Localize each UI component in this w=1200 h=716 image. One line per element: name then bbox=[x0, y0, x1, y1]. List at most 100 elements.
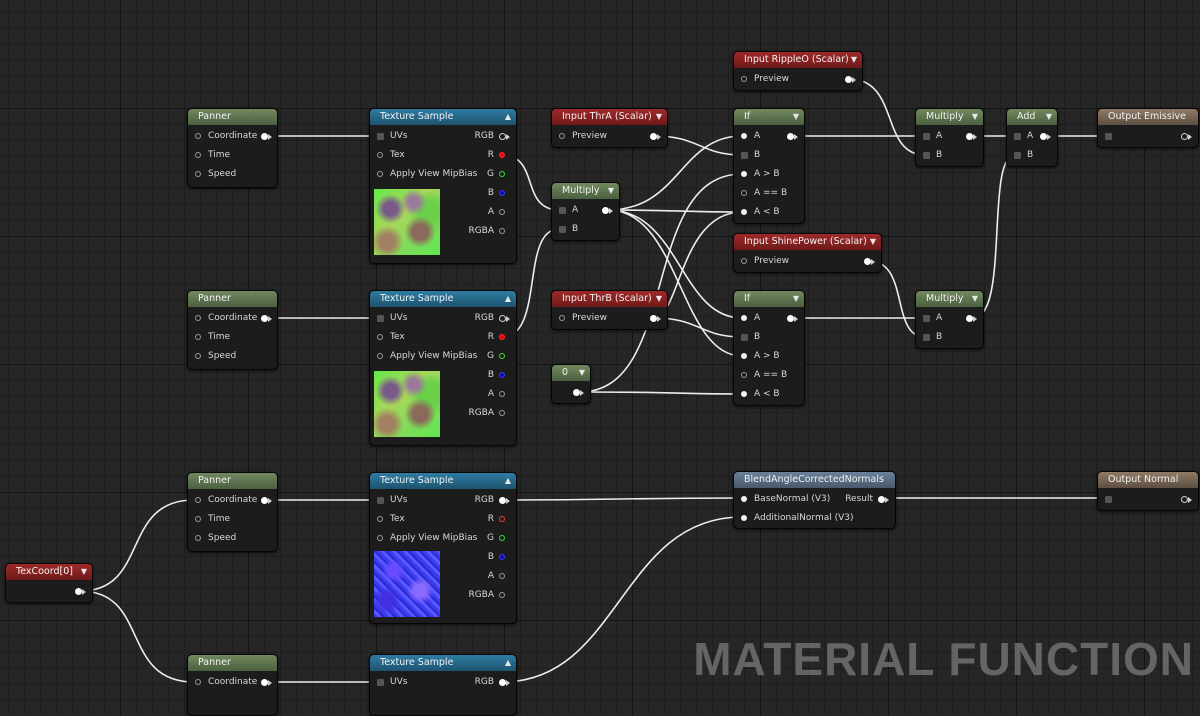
tex-input-pin[interactable] bbox=[377, 152, 383, 158]
chevron-down-icon[interactable]: ▼ bbox=[793, 291, 799, 307]
multiply-node-mid[interactable]: Multiply ▼ A B bbox=[551, 182, 620, 241]
output-emissive-node[interactable]: Output Emissive bbox=[1097, 108, 1199, 148]
time-input-pin[interactable] bbox=[195, 334, 201, 340]
texture-sample-node-2[interactable]: Texture Sample ▲ UVs Tex Apply View MipBi… bbox=[369, 290, 517, 446]
chevron-down-icon[interactable]: ▼ bbox=[972, 291, 978, 307]
input-pin[interactable] bbox=[1105, 496, 1112, 503]
output-pin[interactable] bbox=[966, 133, 977, 141]
uvs-input-pin[interactable] bbox=[377, 497, 384, 504]
time-input-pin[interactable] bbox=[195, 152, 201, 158]
b-output-pin[interactable] bbox=[499, 554, 505, 560]
r-output-pin[interactable] bbox=[499, 516, 505, 522]
chevron-down-icon[interactable]: ▼ bbox=[793, 109, 799, 125]
chevron-down-icon[interactable]: ▼ bbox=[870, 234, 876, 250]
rgb-output-pin[interactable] bbox=[499, 133, 510, 141]
output-pin[interactable] bbox=[650, 315, 661, 323]
chevron-down-icon[interactable]: ▼ bbox=[656, 109, 662, 125]
g-output-pin[interactable] bbox=[499, 171, 505, 177]
collapse-icon[interactable]: ▲ bbox=[505, 291, 511, 307]
chevron-down-icon[interactable]: ▼ bbox=[608, 183, 614, 199]
output-pin[interactable] bbox=[787, 315, 798, 323]
mipbias-input-pin[interactable] bbox=[377, 353, 383, 359]
output-pin[interactable] bbox=[602, 207, 613, 215]
tex-input-pin[interactable] bbox=[377, 516, 383, 522]
rgba-output-pin[interactable] bbox=[499, 228, 505, 234]
panner-node-4[interactable]: Panner Coordinate bbox=[187, 654, 278, 716]
output-pin[interactable] bbox=[573, 389, 584, 397]
time-input-pin[interactable] bbox=[195, 516, 201, 522]
a-input-pin[interactable] bbox=[741, 133, 747, 139]
a-input-pin[interactable] bbox=[1014, 133, 1021, 140]
chevron-down-icon[interactable]: ▼ bbox=[1046, 109, 1052, 125]
a-output-pin[interactable] bbox=[499, 391, 505, 397]
r-output-pin[interactable] bbox=[499, 152, 505, 158]
constant-zero-node[interactable]: 0 ▼ bbox=[551, 364, 591, 404]
a-input-pin[interactable] bbox=[741, 315, 747, 321]
coordinate-output-pin[interactable] bbox=[261, 315, 272, 323]
uvs-input-pin[interactable] bbox=[377, 133, 384, 140]
texture-sample-node-1[interactable]: Texture Sample ▲ UVs Tex Apply View MipBi… bbox=[369, 108, 517, 264]
b-input-pin[interactable] bbox=[741, 152, 748, 159]
texture-sample-node-3[interactable]: Texture Sample ▲ UVs Tex Apply View MipBi… bbox=[369, 472, 517, 624]
collapse-icon[interactable]: ▲ bbox=[505, 473, 511, 489]
a-output-pin[interactable] bbox=[499, 209, 505, 215]
coordinate-input-pin[interactable] bbox=[195, 679, 201, 685]
if-node-2[interactable]: If ▼ A B A > B A == B A < B bbox=[733, 290, 805, 406]
coordinate-input-pin[interactable] bbox=[195, 497, 201, 503]
uvs-input-pin[interactable] bbox=[377, 679, 384, 686]
b-input-pin[interactable] bbox=[1014, 152, 1021, 159]
mipbias-input-pin[interactable] bbox=[377, 171, 383, 177]
b-input-pin[interactable] bbox=[559, 226, 566, 233]
a-output-pin[interactable] bbox=[499, 573, 505, 579]
chevron-down-icon[interactable]: ▼ bbox=[81, 564, 87, 580]
speed-input-pin[interactable] bbox=[195, 171, 201, 177]
b-input-pin[interactable] bbox=[741, 334, 748, 341]
panner-node-3[interactable]: Panner Coordinate Time Speed bbox=[187, 472, 278, 552]
altb-input-pin[interactable] bbox=[741, 209, 747, 215]
r-output-pin[interactable] bbox=[499, 334, 505, 340]
g-output-pin[interactable] bbox=[499, 535, 505, 541]
collapse-icon[interactable]: ▲ bbox=[505, 109, 511, 125]
a-input-pin[interactable] bbox=[559, 207, 566, 214]
a-input-pin[interactable] bbox=[923, 133, 930, 140]
preview-pin[interactable] bbox=[559, 133, 565, 139]
preview-pin[interactable] bbox=[741, 258, 747, 264]
collapse-icon[interactable]: ▲ bbox=[505, 655, 511, 671]
input-thrb-node[interactable]: Input ThrB (Scalar) ▼ Preview bbox=[551, 290, 668, 330]
coordinate-output-pin[interactable] bbox=[261, 679, 272, 687]
output-pin[interactable] bbox=[1181, 496, 1192, 504]
rgb-output-pin[interactable] bbox=[499, 497, 510, 505]
b-output-pin[interactable] bbox=[499, 372, 505, 378]
blend-normals-node[interactable]: BlendAngleCorrectedNormals BaseNormal (V… bbox=[733, 471, 896, 529]
chevron-down-icon[interactable]: ▼ bbox=[972, 109, 978, 125]
output-pin[interactable] bbox=[787, 133, 798, 141]
output-pin[interactable] bbox=[845, 76, 856, 84]
output-normal-node[interactable]: Output Normal bbox=[1097, 471, 1199, 511]
preview-pin[interactable] bbox=[559, 315, 565, 321]
output-pin[interactable] bbox=[966, 315, 977, 323]
coordinate-input-pin[interactable] bbox=[195, 133, 201, 139]
tex-input-pin[interactable] bbox=[377, 334, 383, 340]
g-output-pin[interactable] bbox=[499, 353, 505, 359]
coordinate-input-pin[interactable] bbox=[195, 315, 201, 321]
input-pin[interactable] bbox=[1105, 133, 1112, 140]
chevron-down-icon[interactable]: ▼ bbox=[656, 291, 662, 307]
output-pin[interactable] bbox=[864, 258, 875, 266]
output-pin[interactable] bbox=[1040, 133, 1051, 141]
output-pin[interactable] bbox=[650, 133, 661, 141]
multiply-node-top[interactable]: Multiply ▼ A B bbox=[915, 108, 984, 167]
output-pin[interactable] bbox=[75, 588, 86, 596]
agtb-input-pin[interactable] bbox=[741, 171, 747, 177]
speed-input-pin[interactable] bbox=[195, 535, 201, 541]
mipbias-input-pin[interactable] bbox=[377, 535, 383, 541]
speed-input-pin[interactable] bbox=[195, 353, 201, 359]
rgb-output-pin[interactable] bbox=[499, 679, 510, 687]
result-output-pin[interactable] bbox=[878, 496, 889, 504]
texcoord-node[interactable]: TexCoord[0] ▼ bbox=[5, 563, 93, 603]
basenormal-input-pin[interactable] bbox=[741, 496, 747, 502]
material-graph-canvas[interactable]: Panner Coordinate Time Speed Panner Coor… bbox=[0, 0, 1200, 716]
aeqb-input-pin[interactable] bbox=[741, 190, 747, 196]
uvs-input-pin[interactable] bbox=[377, 315, 384, 322]
aeqb-input-pin[interactable] bbox=[741, 372, 747, 378]
b-input-pin[interactable] bbox=[923, 334, 930, 341]
